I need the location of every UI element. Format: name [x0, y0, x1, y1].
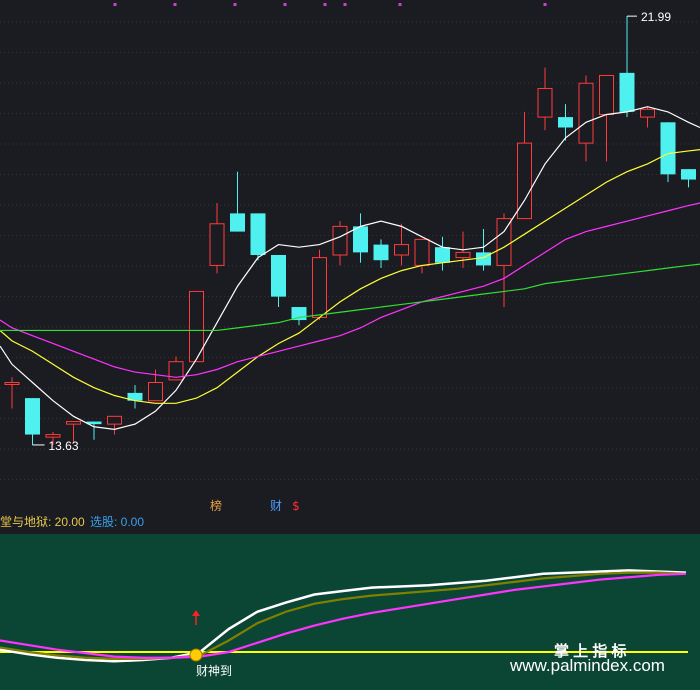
- signal-coin-icon: [189, 648, 203, 662]
- candle-body-up: [66, 421, 81, 425]
- high-label: 21.99: [641, 10, 671, 24]
- candle-body-down: [25, 398, 40, 435]
- top-marker-dot: [343, 3, 347, 6]
- main-panel-bg: [0, 0, 700, 510]
- candle-body-up: [209, 223, 225, 266]
- top-marker-dot: [173, 3, 177, 6]
- chart-stage: 21.99 13.63 榜财 $ 堂与地狱: 20.00 选股: 0.00 财神到 掌…: [0, 0, 700, 690]
- candle-body-down: [660, 122, 676, 175]
- top-marker-dot: [398, 3, 402, 6]
- low-label: 13.63: [49, 439, 79, 453]
- indicator-title: 堂与地狱: 20.00: [0, 515, 85, 529]
- indicator-subtitle: 选股: 0.00: [90, 515, 145, 529]
- watermark-url: www.palmindex.com: [510, 656, 665, 675]
- candle-body-down: [250, 213, 266, 255]
- candle-body-up: [332, 225, 348, 256]
- candle-body-down: [681, 169, 696, 180]
- candle-body-down: [271, 255, 286, 297]
- candle-body-up: [45, 434, 61, 438]
- candle-body-down: [558, 117, 573, 128]
- candle-body-up: [455, 251, 471, 259]
- signal-marker: 榜: [210, 498, 222, 513]
- top-marker-dot: [283, 3, 287, 6]
- candle-body-down: [230, 213, 245, 232]
- top-marker-dot: [543, 3, 547, 6]
- top-marker-dot: [323, 3, 327, 6]
- chart-canvas: 21.99 13.63 榜 财 $: [0, 0, 700, 690]
- candle-body-up: [4, 382, 20, 385]
- candle-body-up: [312, 257, 327, 318]
- candle-body-up: [537, 87, 553, 118]
- candle-body-up: [599, 74, 614, 115]
- candle-body-up: [496, 218, 512, 266]
- signal-label: 财神到: [196, 664, 233, 678]
- candle-body-up: [394, 244, 409, 256]
- candle-body-up: [414, 238, 430, 266]
- candle-body-down: [353, 226, 368, 253]
- candle-body-up: [578, 82, 594, 144]
- top-marker-dot: [233, 3, 237, 6]
- candle-body-up: [148, 382, 163, 402]
- top-marker-dot: [113, 3, 117, 6]
- candle-body-up: [640, 108, 655, 118]
- candle-body-down: [291, 307, 307, 321]
- candle-body-down: [373, 244, 389, 261]
- signal-marker: $: [292, 499, 300, 513]
- candle-body-down: [619, 72, 635, 112]
- candle-body-down: [435, 247, 450, 263]
- candle-body-up: [107, 415, 122, 425]
- signal-marker: 财: [270, 499, 282, 513]
